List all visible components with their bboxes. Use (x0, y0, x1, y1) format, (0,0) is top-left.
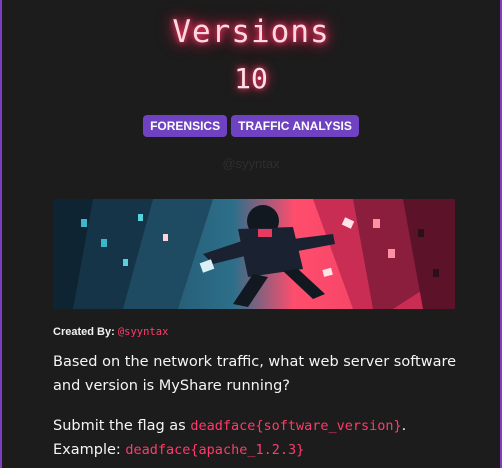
example-label: Example: (53, 442, 121, 458)
submit-prefix: Submit the flag as (53, 418, 186, 434)
tag-forensics[interactable]: FORENSICS (143, 115, 228, 137)
created-by-line: Created By: @syyntax (53, 326, 168, 338)
hooded-hacker-illustration (53, 199, 455, 309)
flag-format-line: Submit the flag as deadface{software_ver… (53, 414, 493, 438)
challenge-modal: Versions 10 FORENSICS TRAFFIC ANALYSIS @… (0, 0, 502, 468)
created-by-label: Created By: (53, 326, 115, 338)
challenge-banner-image (53, 199, 455, 309)
author-link[interactable]: @syyntax (118, 326, 169, 338)
challenge-points: 10 (234, 62, 268, 95)
submit-instructions: Submit the flag as deadface{software_ver… (53, 414, 493, 462)
example-flag-code: deadface{apache_1.2.3} (125, 442, 305, 458)
challenge-question: Based on the network traffic, what web s… (53, 354, 457, 394)
challenge-title: Versions (172, 14, 330, 50)
author-watermark: @syyntax (222, 156, 280, 171)
tag-traffic-analysis[interactable]: TRAFFIC ANALYSIS (231, 115, 359, 137)
example-line: Example: deadface{apache_1.2.3} (53, 438, 493, 462)
tag-list: FORENSICS TRAFFIC ANALYSIS (2, 115, 500, 137)
submit-suffix: . (401, 418, 407, 434)
flag-format-code: deadface{software_version} (190, 418, 402, 434)
